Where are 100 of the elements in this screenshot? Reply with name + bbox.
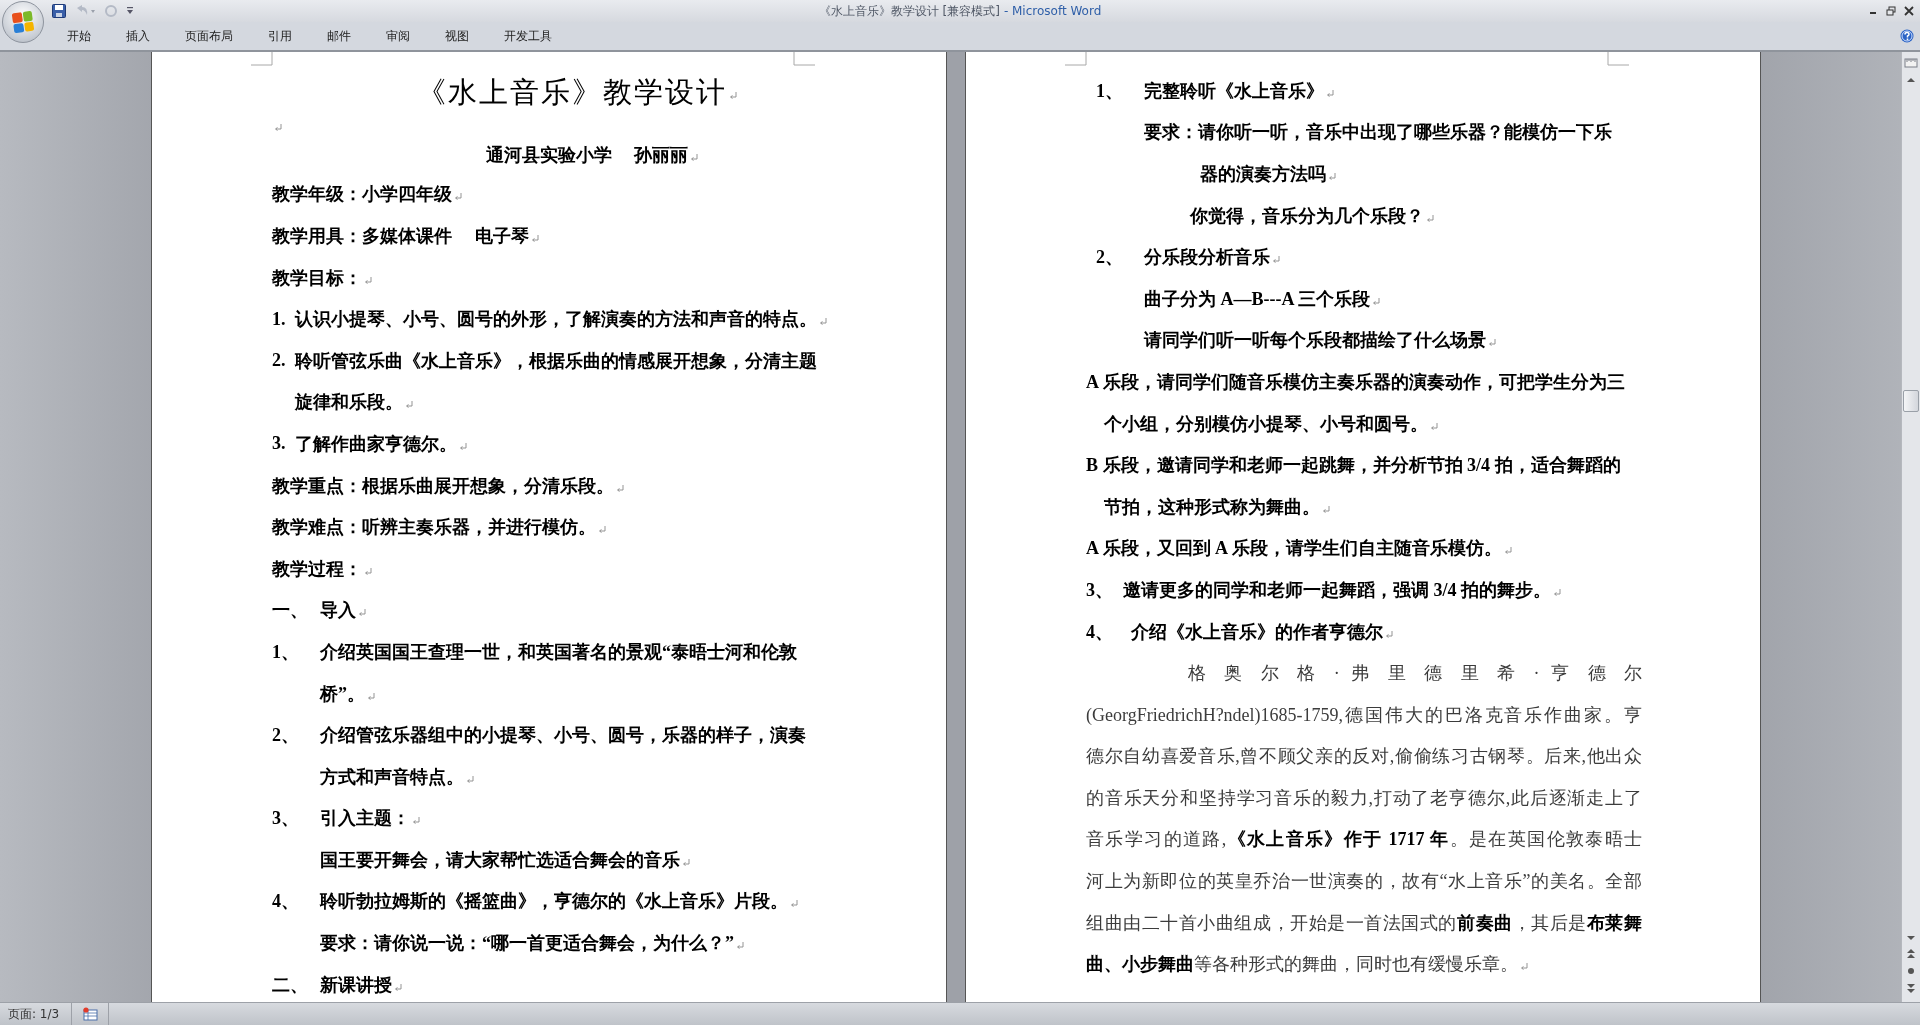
- scroll-thumb[interactable]: [1903, 390, 1919, 412]
- close-icon[interactable]: [1904, 6, 1914, 16]
- paragraph-mark-icon: [454, 193, 462, 202]
- scroll-down-icon[interactable]: [1906, 934, 1916, 942]
- paragraph-mark-icon: [1328, 173, 1336, 181]
- paragraph-mark-icon: [682, 858, 690, 867]
- document-title: 《水上音乐》教学设计: [417, 74, 727, 110]
- paragraph-mark-icon: [598, 526, 606, 535]
- paragraph-mark-icon: [1488, 339, 1496, 348]
- paragraph-text: B 乐段，邀请同学和老师一起跳舞，并分析节拍 3/4 拍，适合舞蹈的: [1086, 454, 1621, 478]
- paragraph-mark-icon: [616, 484, 624, 493]
- paragraph-text: 教学重点：根据乐曲展开想象，分清乐段。: [272, 474, 614, 498]
- ruler-toggle-icon[interactable]: [1904, 56, 1918, 70]
- paragraph-text: 教学年级：小学四年级: [272, 183, 452, 207]
- paragraph-text: 介绍管弦乐器组中的小提琴、小号、圆号，乐器的样子，演奏: [320, 724, 806, 748]
- macro-record-icon[interactable]: [82, 1007, 99, 1021]
- paragraph-mark-icon: [459, 442, 467, 451]
- paragraph-mark-icon: [466, 775, 474, 784]
- paragraph-mark-icon: [1426, 214, 1434, 223]
- paragraph-text: 要求：请你说一说：“哪一首更适合舞会，为什么？”: [320, 932, 734, 956]
- paragraph-text: 河上为新即位的英皇乔治一世演奏的，故有“水上音乐”的美名。全部: [1086, 870, 1642, 894]
- paragraph-text: 教学用具：多媒体课件 电子琴: [272, 225, 529, 248]
- paragraph-text: 节拍，这种形式称为舞曲。: [1104, 495, 1320, 519]
- paragraph-text: 完整聆听《水上音乐》: [1144, 79, 1324, 103]
- ribbon-tab[interactable]: 邮件: [312, 24, 366, 48]
- paragraph-text: 旋律和乐段。: [295, 391, 403, 415]
- ribbon-tab[interactable]: 审阅: [371, 24, 425, 48]
- ribbon-tab[interactable]: 引用: [253, 24, 307, 48]
- author-line: 通河县实验小学 孙丽丽: [485, 143, 689, 167]
- paragraph-mark-icon: [364, 567, 372, 576]
- paragraph-text: (GeorgFriedrichH?ndel)1685-1759,德国伟大的巴洛克音乐作曲家。亨: [1086, 703, 1642, 727]
- list-number: 2、: [1096, 246, 1124, 270]
- ribbon-tab[interactable]: 插入: [111, 24, 165, 48]
- list-number: 4、: [1086, 620, 1114, 644]
- ribbon-tab[interactable]: 开发工具: [489, 24, 567, 48]
- ribbon-tab[interactable]: 视图: [430, 24, 484, 48]
- paragraph-mark-icon: [364, 276, 372, 285]
- crop-mark: [251, 52, 273, 66]
- paragraph-text: 格 奥 尔 格 · 弗 里 德 里 希 · 亨 德 尔: [1188, 662, 1642, 686]
- list-number: 二、: [272, 973, 309, 997]
- paragraph-mark-icon: [1430, 422, 1438, 431]
- list-number: 1.: [272, 308, 287, 330]
- save-icon[interactable]: [52, 4, 66, 18]
- paragraph-mark-icon: [790, 900, 798, 909]
- paragraph-text: 分乐段分析音乐: [1144, 246, 1270, 270]
- paragraph-text: 教学目标：: [272, 266, 362, 290]
- paragraph-text: 德尔自幼喜爱音乐,曾不顾父亲的反对,偷偷练习古钢琴。后来,他出众: [1086, 745, 1642, 769]
- paragraph-mark-icon: [405, 401, 413, 410]
- paragraph-text: 介绍《水上音乐》的作者亨德尔: [1131, 620, 1383, 644]
- paragraph-text: 教学过程：: [272, 557, 362, 581]
- paragraph-mark-icon: [1372, 297, 1380, 306]
- paragraph-text: 请同学们听一听每个乐段都描绘了什么场景: [1144, 329, 1486, 353]
- customize-caret-icon[interactable]: [126, 6, 134, 16]
- crop-mark: [1607, 52, 1629, 66]
- paragraph-text: 曲子分为 A—B---A 三个乐段: [1144, 287, 1370, 311]
- paragraph-text: 邀请更多的同学和老师一起舞蹈，强调 3/4 拍的舞步。: [1123, 578, 1551, 602]
- office-button[interactable]: [2, 1, 44, 43]
- previous-page-icon[interactable]: [1906, 948, 1916, 960]
- paragraph-mark-icon: [1520, 963, 1528, 972]
- page-indicator[interactable]: 页面: 1/3: [0, 1005, 72, 1023]
- paragraph-text: A 乐段，请同学们随音乐模仿主奏乐器的演奏动作，可把学生分为三: [1086, 370, 1625, 394]
- paragraph-text: 音乐学习的道路,《水上音乐》作于 1717 年。是在英国伦敦泰晤士: [1086, 828, 1642, 852]
- paragraph-mark-icon: [358, 609, 366, 618]
- paragraph-mark-icon: [530, 235, 539, 243]
- list-number: 一、: [272, 599, 309, 623]
- paragraph-mark-icon: [274, 123, 282, 132]
- next-page-icon[interactable]: [1906, 982, 1916, 994]
- paragraph-text: 引入主题：: [320, 807, 410, 831]
- paragraph-mark-icon: [1272, 256, 1280, 265]
- paragraph-mark-icon: [367, 692, 375, 701]
- ribbon-tab[interactable]: 页面布局: [170, 24, 248, 48]
- list-number: 3、: [272, 807, 300, 831]
- paragraph-text: 认识小提琴、小号、圆号的外形，了解演奏的方法和声音的特点。: [295, 308, 817, 332]
- paragraph-mark-icon: [736, 942, 744, 951]
- paragraph-text: 教学难点：听辨主奏乐器，并进行模仿。: [272, 516, 596, 540]
- ribbon-tab[interactable]: 开始: [52, 24, 106, 48]
- paragraph-text: 桥”。: [320, 682, 365, 706]
- paragraph-mark-icon: [1385, 630, 1393, 639]
- restore-icon[interactable]: [1886, 6, 1896, 16]
- paragraph-text: 方式和声音特点。: [320, 765, 464, 789]
- crop-mark: [1065, 52, 1087, 66]
- crop-mark: [793, 52, 815, 66]
- help-icon[interactable]: [1900, 29, 1914, 43]
- paragraph-mark-icon: [1503, 547, 1512, 556]
- paragraph-mark-icon: [1322, 505, 1330, 514]
- paragraph-text: 新课讲授: [320, 973, 392, 997]
- paragraph-mark-icon: [394, 983, 402, 992]
- paragraph-mark-icon: [412, 817, 420, 826]
- paragraph-text: 了解作曲家亨德尔。: [295, 432, 457, 456]
- paragraph-text: 聆听管弦乐曲《水上音乐》，根据乐曲的情感展开想象，分清主题: [295, 349, 817, 373]
- paragraph-text: 器的演奏方法吗: [1200, 163, 1326, 186]
- paragraph-text: 个小组，分别模仿小提琴、小号和圆号。: [1104, 412, 1428, 436]
- browse-object-icon[interactable]: [1906, 966, 1916, 976]
- paragraph-text: 导入: [320, 599, 356, 623]
- app-name: - Microsoft Word: [1003, 3, 1102, 18]
- list-number: 2.: [272, 350, 287, 372]
- vertical-scrollbar[interactable]: [1901, 52, 1920, 1002]
- list-number: 1、: [1096, 79, 1124, 103]
- scroll-up-icon[interactable]: [1906, 76, 1916, 84]
- paragraph-text: 要求：请你听一听，音乐中出现了哪些乐器？能模仿一下乐: [1144, 121, 1612, 145]
